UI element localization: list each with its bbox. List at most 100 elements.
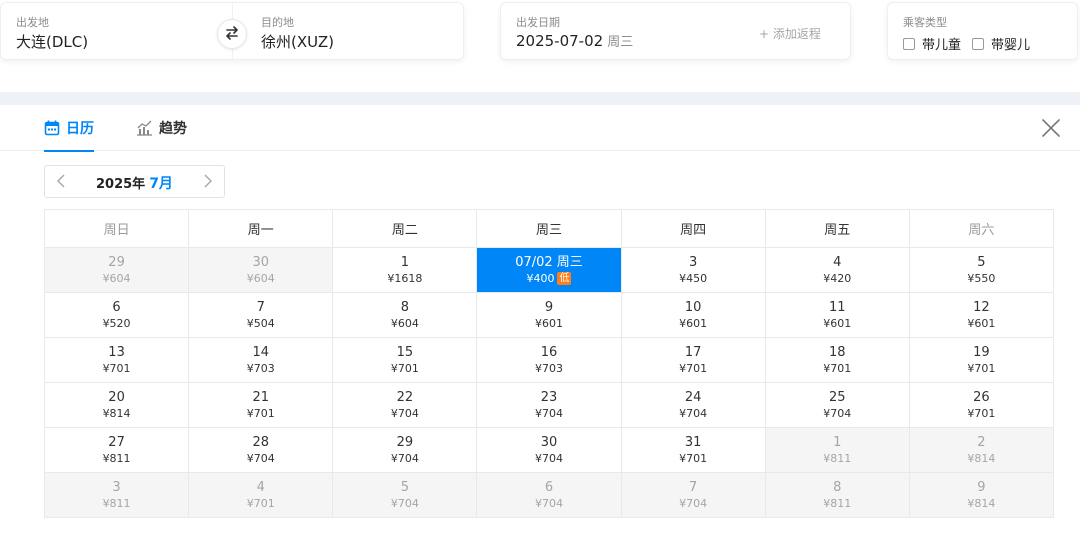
calendar-day-cell[interactable]: 14 ¥703 — [188, 337, 334, 383]
day-number: 4 — [833, 254, 842, 270]
day-price: ¥811 — [823, 496, 852, 510]
origin-value: 大连(DLC) — [16, 33, 89, 51]
calendar-day-cell[interactable]: 28 ¥704 — [188, 427, 334, 473]
calendar-day-cell[interactable]: 31 ¥701 — [620, 427, 766, 473]
child-checkbox[interactable] — [903, 37, 915, 50]
trend-chart-icon — [136, 120, 153, 136]
day-number: 29 — [396, 434, 414, 450]
calendar-day-cell[interactable]: 12 ¥601 — [908, 292, 1055, 338]
calendar-week-row: 20 ¥814 21 ¥701 22 ¥704 23 ¥704 24 ¥704 25 ¥704 26 ¥7… — [43, 382, 1055, 428]
tab-trend-label: 趋势 — [159, 121, 187, 137]
calendar-day-cell[interactable]: 8 ¥811 — [764, 472, 910, 518]
calendar-day-cell[interactable]: 2 ¥814 — [908, 427, 1055, 473]
calendar-day-cell[interactable]: 26 ¥701 — [908, 382, 1055, 428]
day-price-line: ¥701 — [189, 496, 332, 511]
departure-date-field[interactable]: 出发日期 2025-07-02 周三 — [501, 3, 741, 59]
calendar-day-cell[interactable]: 8 ¥604 — [332, 292, 478, 338]
calendar-day-cell[interactable]: 29 ¥704 — [332, 427, 478, 473]
day-number: 07/02 周三 — [515, 254, 583, 270]
day-number: 7 — [688, 479, 698, 495]
calendar-day-cell[interactable]: 30 ¥604 — [188, 247, 334, 293]
calendar-day-cell[interactable]: 3 ¥450 — [620, 247, 766, 293]
calendar-day-cell[interactable]: 13 ¥701 — [43, 337, 190, 383]
child-option[interactable]: 带儿童 — [903, 34, 961, 53]
day-number: 9 — [977, 479, 986, 495]
calendar-day-cell[interactable]: 30 ¥704 — [476, 427, 622, 473]
day-price-line: ¥701 — [910, 361, 1053, 376]
calendar-day-cell[interactable]: 27 ¥811 — [43, 427, 190, 473]
swap-cities-button[interactable] — [217, 19, 247, 49]
calendar-day-cell[interactable]: 11 ¥601 — [764, 292, 910, 338]
day-price-line: ¥450 — [622, 271, 765, 286]
calendar-day-cell[interactable]: 7 ¥704 — [620, 472, 766, 518]
calendar-day-cell[interactable]: 5 ¥704 — [332, 472, 478, 518]
calendar-day-cell[interactable]: 1 ¥811 — [764, 427, 910, 473]
day-price-line: ¥703 — [477, 361, 620, 376]
calendar-day-cell[interactable]: 6 ¥520 — [43, 292, 190, 338]
next-month-button[interactable] — [200, 173, 216, 192]
calendar-day-cell[interactable]: 1 ¥1618 — [332, 247, 478, 293]
calendar-day-cell[interactable]: 19 ¥701 — [908, 337, 1055, 383]
calendar-day-cell[interactable]: 25 ¥704 — [764, 382, 910, 428]
date-value-wrap: 2025-07-02 周三 — [516, 31, 633, 50]
day-price: ¥604 — [246, 271, 275, 285]
calendar-day-cell[interactable]: 22 ¥704 — [332, 382, 478, 428]
day-price: ¥520 — [102, 316, 131, 330]
destination-label: 目的地 — [261, 16, 294, 29]
calendar-day-cell[interactable]: 23 ¥704 — [476, 382, 622, 428]
day-price-line: ¥520 — [45, 316, 188, 331]
day-number: 6 — [112, 299, 121, 315]
destination-field[interactable]: 目的地 徐州(XUZ) — [249, 3, 463, 59]
calendar-day-cell[interactable]: 4 ¥701 — [188, 472, 334, 518]
calendar-day-cell[interactable]: 9 ¥814 — [908, 472, 1055, 518]
calendar-day-cell[interactable]: 29 ¥604 — [43, 247, 190, 293]
day-price: ¥811 — [102, 496, 131, 510]
day-price-line: ¥704 — [333, 451, 476, 466]
calendar-day-cell-selected[interactable]: 07/02 周三 ¥400 低 — [476, 247, 622, 293]
tab-calendar[interactable]: 日历 — [44, 105, 94, 152]
day-price: ¥814 — [967, 496, 996, 510]
day-price-line: ¥601 — [766, 316, 909, 331]
calendar-day-cell[interactable]: 4 ¥420 — [764, 247, 910, 293]
calendar-day-cell[interactable]: 24 ¥704 — [620, 382, 766, 428]
day-price: ¥704 — [534, 451, 563, 465]
calendar-day-cell[interactable]: 7 ¥504 — [188, 292, 334, 338]
calendar-day-cell[interactable]: 10 ¥601 — [620, 292, 766, 338]
day-price: ¥601 — [679, 316, 708, 330]
day-price: ¥703 — [534, 361, 563, 375]
calendar-day-cell[interactable]: 17 ¥701 — [620, 337, 766, 383]
calendar-day-cell[interactable]: 20 ¥814 — [43, 382, 190, 428]
day-price: ¥811 — [823, 451, 852, 465]
calendar-day-cell[interactable]: 15 ¥701 — [332, 337, 478, 383]
day-price: ¥814 — [967, 451, 996, 465]
calendar-week-row: 27 ¥811 28 ¥704 29 ¥704 30 ¥704 31 ¥701 1 ¥811 2 ¥814 — [43, 427, 1055, 473]
add-return-button[interactable]: + 添加返程 — [759, 25, 821, 42]
day-number: 28 — [252, 434, 269, 450]
day-number: 2 — [977, 434, 986, 450]
date-label: 出发日期 — [516, 16, 560, 29]
tab-trend[interactable]: 趋势 — [136, 105, 187, 151]
chevron-right-icon — [204, 173, 213, 192]
calendar-day-cell[interactable]: 5 ¥550 — [908, 247, 1055, 293]
day-price: ¥604 — [102, 271, 131, 285]
day-price-line: ¥1618 — [333, 271, 476, 286]
infant-option[interactable]: 带婴儿 — [972, 34, 1030, 53]
calendar-day-cell[interactable]: 9 ¥601 — [476, 292, 622, 338]
calendar-day-cell[interactable]: 21 ¥701 — [188, 382, 334, 428]
origin-field[interactable]: 出发地 大连(DLC) — [1, 3, 216, 59]
infant-checkbox[interactable] — [972, 37, 984, 50]
calendar-day-cell[interactable]: 6 ¥704 — [476, 472, 622, 518]
day-price-line: ¥701 — [189, 406, 332, 421]
calendar-day-cell[interactable]: 16 ¥703 — [476, 337, 622, 383]
day-number: 26 — [973, 389, 990, 405]
prev-month-button[interactable] — [53, 173, 69, 190]
close-button[interactable] — [1040, 117, 1062, 139]
day-number: 16 — [540, 344, 558, 360]
day-number: 27 — [108, 434, 125, 450]
calendar-day-cell[interactable]: 3 ¥811 — [43, 472, 190, 518]
day-price: ¥701 — [390, 361, 419, 375]
route-card: 出发地 大连(DLC) 目的地 徐州(XUZ) — [0, 2, 464, 60]
calendar-day-cell[interactable]: 18 ¥701 — [764, 337, 910, 383]
view-tabs: 日历 趋势 — [0, 105, 1080, 152]
tab-calendar-label: 日历 — [66, 121, 94, 137]
